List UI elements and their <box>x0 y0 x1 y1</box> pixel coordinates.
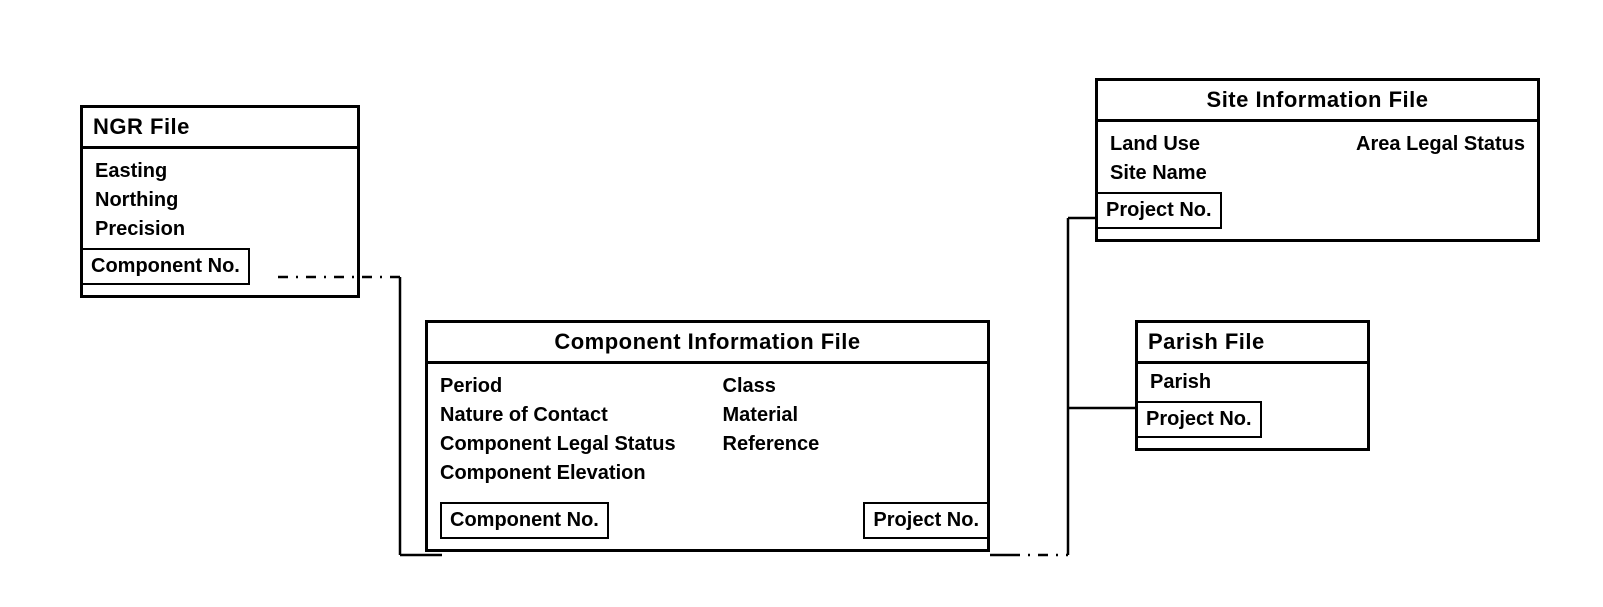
entity-body: Period Nature of Contact Component Legal… <box>428 364 987 549</box>
field-label: Site Name <box>1110 159 1525 188</box>
field-label: Precision <box>95 215 345 244</box>
entity-site-information-file: Site Information File Land Use Area Lega… <box>1095 78 1540 242</box>
field-label: Nature of Contact <box>440 401 693 430</box>
field-label: Component Legal Status <box>440 430 693 459</box>
entity-body: Parish Project No. <box>1138 364 1367 448</box>
field-label: Area Legal Status <box>1356 130 1525 159</box>
field-label: Period <box>440 372 693 401</box>
entity-component-information-file: Component Information File Period Nature… <box>425 320 990 552</box>
entity-ngr-file: NGR File Easting Northing Precision Comp… <box>80 105 360 298</box>
key-project-no: Project No. <box>1096 192 1222 229</box>
key-component-no: Component No. <box>440 502 609 539</box>
field-label: Class <box>723 372 976 401</box>
field-label: Parish <box>1150 368 1355 397</box>
entity-parish-file: Parish File Parish Project No. <box>1135 320 1370 451</box>
field-label: Northing <box>95 186 345 215</box>
field-label: Component Elevation <box>440 459 693 488</box>
entity-title: Site Information File <box>1098 81 1537 122</box>
field-label: Reference <box>723 430 976 459</box>
key-project-no: Project No. <box>1136 401 1262 438</box>
entity-body: Easting Northing Precision Component No. <box>83 149 357 295</box>
entity-title: NGR File <box>83 108 357 149</box>
key-component-no: Component No. <box>81 248 250 285</box>
field-label: Material <box>723 401 976 430</box>
entity-title: Parish File <box>1138 323 1367 364</box>
field-label: Easting <box>95 157 345 186</box>
field-label: Land Use <box>1110 130 1200 159</box>
entity-body: Land Use Area Legal Status Site Name Pro… <box>1098 122 1537 239</box>
key-project-no: Project No. <box>863 502 989 539</box>
entity-title: Component Information File <box>428 323 987 364</box>
